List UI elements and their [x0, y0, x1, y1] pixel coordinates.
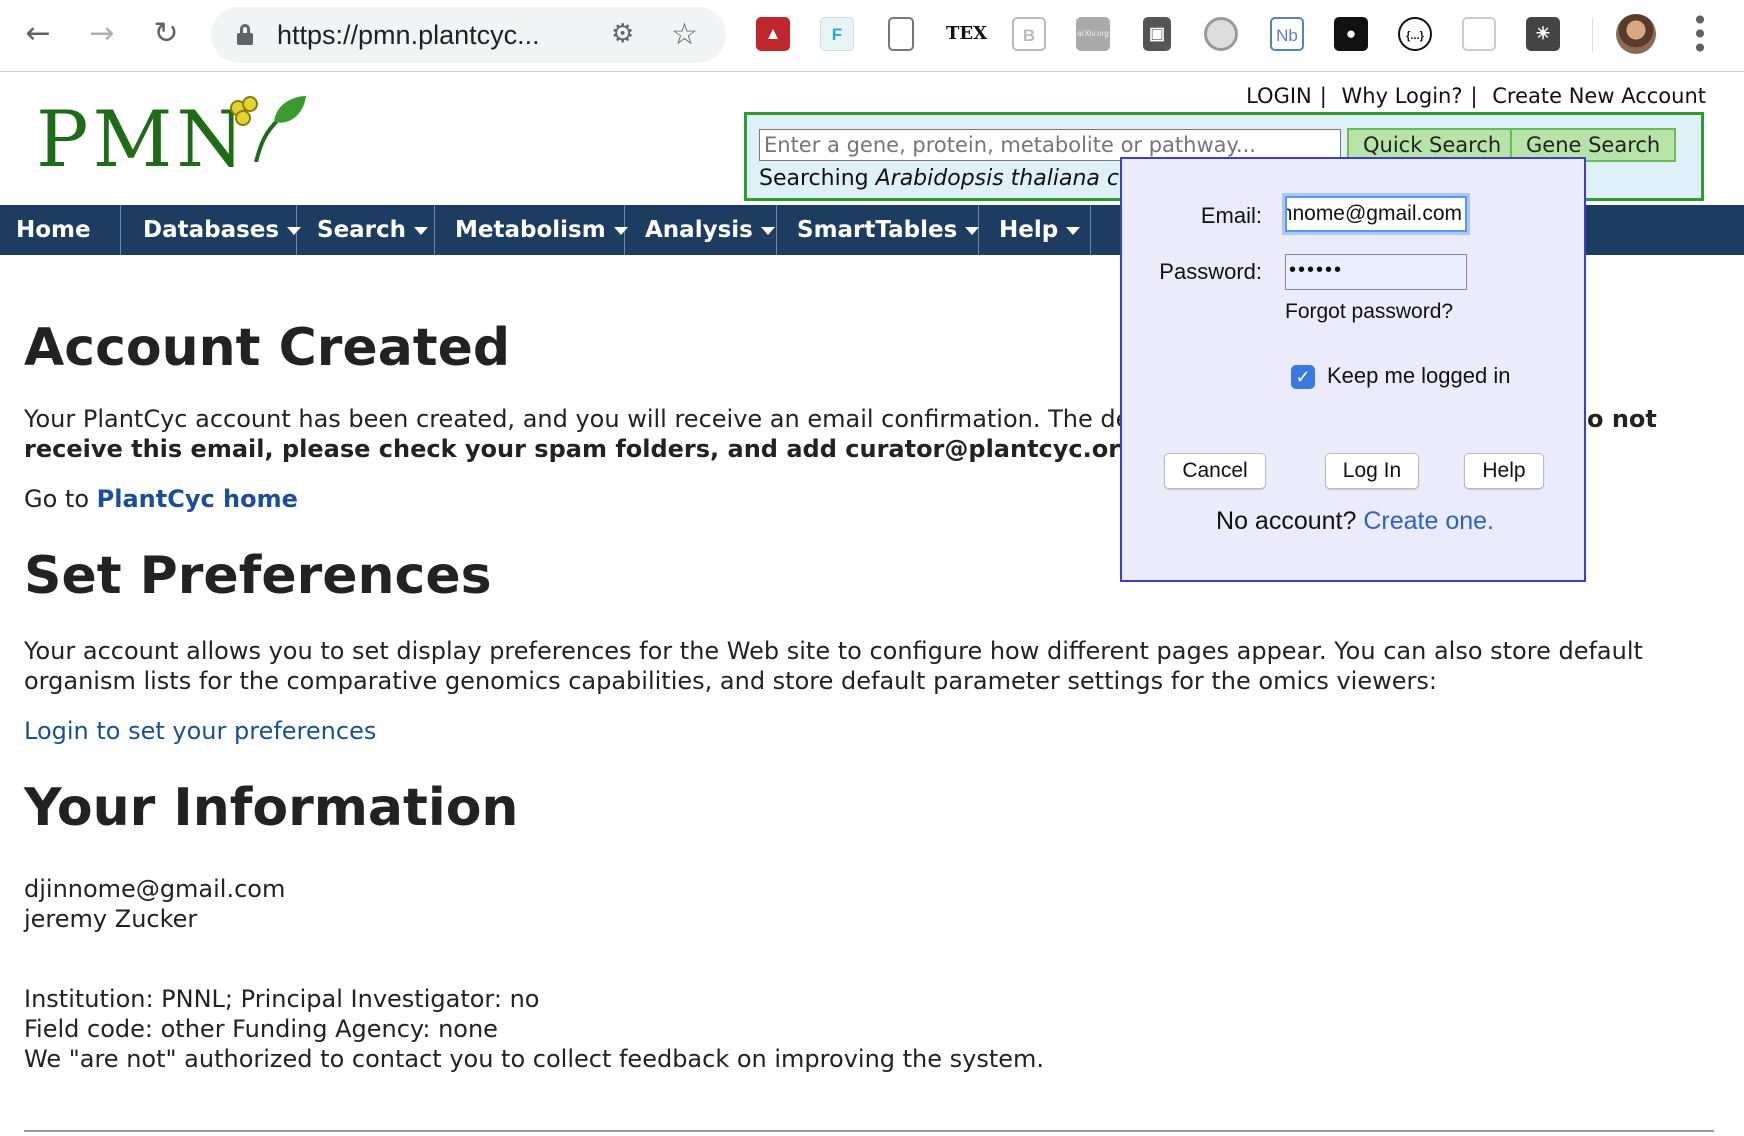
account-links: LOGIN | Why Login? | Create New Account	[1246, 84, 1706, 108]
contact-line: We "are not" authorized to contact you t…	[24, 1045, 1045, 1073]
cancel-button[interactable]: Cancel	[1164, 453, 1266, 489]
mendeley-icon[interactable]: ▲	[756, 17, 790, 51]
searching-label: Searching	[759, 166, 876, 191]
leaf-flower-icon	[230, 96, 306, 162]
password-label: Password:	[1159, 259, 1262, 284]
nav-metabolism[interactable]: Metabolism	[435, 205, 628, 255]
lightbulb-icon[interactable]: ☀	[1526, 17, 1560, 51]
keep-logged-in-label[interactable]: Keep me logged in	[1327, 363, 1510, 389]
login-link[interactable]: LOGIN	[1246, 84, 1312, 108]
no-account-line: No account? Create one.	[1216, 507, 1494, 535]
email-field[interactable]: djinnome@gmail.com	[1285, 196, 1467, 232]
lock-icon	[237, 24, 253, 45]
email-label: Email:	[1200, 203, 1262, 228]
circle-extension-icon[interactable]	[1204, 17, 1238, 51]
password-field[interactable]: ••••••	[1285, 254, 1467, 290]
comment-icon[interactable]	[1462, 17, 1496, 51]
reload-icon[interactable]: ↻	[146, 14, 186, 54]
help-button[interactable]: Help	[1464, 453, 1544, 489]
forward-arrow-icon[interactable]: →	[82, 14, 122, 54]
bib-icon[interactable]: B	[1012, 17, 1046, 51]
create-account-link[interactable]: Create New Account	[1492, 84, 1706, 108]
profile-avatar[interactable]	[1616, 14, 1656, 54]
create-one-link[interactable]: Create one.	[1363, 507, 1494, 535]
nav-search[interactable]: Search	[297, 205, 435, 255]
nav-home[interactable]: Home	[0, 205, 121, 255]
searching-organism[interactable]: Searching Arabidopsis thaliana co	[759, 166, 1132, 191]
lock-extension-icon[interactable]: ●	[1334, 17, 1368, 51]
field-code-line: Field code: other Funding Agency: none	[24, 1015, 498, 1043]
plantcyc-home-link[interactable]: PlantCyc home	[97, 485, 298, 513]
forgot-password-link[interactable]: Forgot password?	[1285, 300, 1453, 324]
address-bar[interactable]: https://pmn.plantcyc... ⚙ ☆	[211, 7, 726, 63]
json-icon[interactable]: {...}	[1398, 17, 1432, 51]
pmn-logo[interactable]: PMN	[36, 92, 306, 184]
caret-down-icon	[414, 226, 429, 235]
your-information-heading: Your Information	[24, 778, 519, 838]
key-icon[interactable]: ⚙	[611, 19, 634, 49]
caret-down-icon	[965, 226, 980, 235]
github-icon[interactable]: ▣	[1143, 17, 1171, 51]
document-icon[interactable]	[888, 17, 914, 51]
f-extension-icon[interactable]: F	[820, 17, 854, 51]
link-separator: |	[1319, 84, 1327, 108]
bookmark-star-icon[interactable]: ☆	[671, 17, 698, 52]
user-email: djinnome@gmail.com	[24, 875, 286, 903]
prefs-text-line-1: Your account allows you to set display p…	[24, 637, 1643, 665]
nav-smarttables[interactable]: SmartTables	[777, 205, 980, 255]
institution-line: Institution: PNNL; Principal Investigato…	[24, 985, 540, 1013]
user-name: jeremy Zucker	[24, 905, 198, 933]
toolbar-divider	[1592, 18, 1593, 52]
organism-name[interactable]: Arabidopsis thaliana co	[876, 166, 1133, 191]
nav-databases[interactable]: Databases	[121, 205, 302, 255]
back-arrow-icon[interactable]: ←	[18, 14, 58, 54]
browser-menu-icon[interactable]: • • •	[1690, 7, 1710, 63]
nb-icon[interactable]: Nb	[1270, 17, 1304, 51]
log-in-button[interactable]: Log In	[1325, 453, 1419, 489]
arxiv-icon[interactable]: arXiv.org	[1076, 17, 1110, 51]
login-preferences-link[interactable]: Login to set your preferences	[24, 717, 376, 745]
link-separator: |	[1470, 84, 1478, 108]
nav-help[interactable]: Help	[979, 205, 1091, 255]
browser-toolbar: ← → ↻ https://pmn.plantcyc... ⚙ ☆ ▲ F TE…	[0, 0, 1744, 72]
nav-analysis[interactable]: Analysis	[625, 205, 777, 255]
url-text: https://pmn.plantcyc...	[277, 20, 540, 50]
caret-down-icon	[1066, 226, 1081, 235]
prefs-text-line-2: organism lists for the comparative genom…	[24, 667, 1437, 695]
keep-logged-in-checkbox[interactable]: ✓	[1291, 365, 1315, 389]
bottom-divider	[24, 1130, 1714, 1132]
caret-down-icon	[760, 226, 775, 235]
tex-icon[interactable]: TEX	[946, 17, 987, 51]
why-login-link[interactable]: Why Login?	[1342, 84, 1463, 108]
login-dialog: Email: djinnome@gmail.com Password: ••••…	[1120, 157, 1586, 582]
